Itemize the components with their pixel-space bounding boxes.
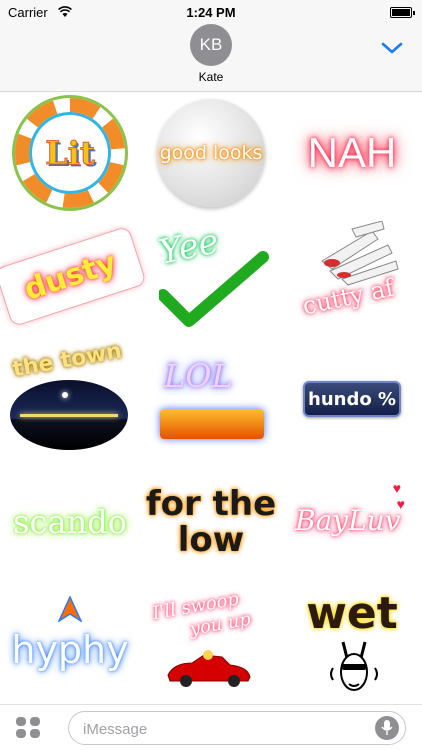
sticker-wet[interactable]: wet xyxy=(282,584,422,706)
sticker-wet-text: wet xyxy=(306,587,398,639)
sticker-good-looks[interactable]: good looks xyxy=(141,92,281,214)
hundo-badge: hundo % xyxy=(303,381,401,417)
checkmark-icon xyxy=(159,251,269,327)
clock: 1:24 PM xyxy=(186,5,236,20)
sticker-scando-text: scando xyxy=(13,503,127,541)
message-input-bar: iMessage xyxy=(0,704,422,750)
sticker-good-looks-text: good looks xyxy=(159,142,263,164)
sticker-grid: Lit good looks NAH dusty Yee cutty af th… xyxy=(0,92,422,704)
sticker-hundo-text: hundo % xyxy=(308,388,396,410)
sticker-hundo[interactable]: hundo % xyxy=(282,338,422,460)
hand-icon xyxy=(321,221,399,286)
arrow-up-icon xyxy=(58,596,82,622)
sticker-cutty-af[interactable]: cutty af xyxy=(282,215,422,337)
battery-icon xyxy=(390,7,415,18)
sticker-the-town[interactable]: the town xyxy=(0,338,140,460)
sticker-scando[interactable]: scando xyxy=(0,461,140,583)
chevron-down-icon[interactable] xyxy=(380,40,404,56)
car-icon xyxy=(167,650,251,687)
message-placeholder: iMessage xyxy=(83,721,148,738)
sticker-for-the-low-line2: low xyxy=(177,520,245,560)
sticker-the-town-text: the town xyxy=(10,338,124,383)
sticker-bayluv[interactable]: ♥ ♥ BayLuv xyxy=(282,461,422,583)
sticker-lit-text: Lit xyxy=(45,134,95,173)
bay-bridge-photo xyxy=(10,380,128,450)
sticker-hyphy-text: hyphy xyxy=(11,628,129,672)
sticker-swoop[interactable]: I'll swoop you up xyxy=(141,584,281,706)
sticker-for-the-low[interactable]: for the low xyxy=(141,461,281,583)
lol-base-ornament xyxy=(160,409,264,439)
message-field[interactable]: iMessage xyxy=(68,711,406,745)
sticker-yee[interactable]: Yee xyxy=(141,215,281,337)
sticker-nah-text: NAH xyxy=(307,129,397,176)
contact-name[interactable]: Kate xyxy=(0,70,422,84)
llama-icon xyxy=(330,641,378,691)
microphone-icon[interactable] xyxy=(375,716,399,740)
sticker-bayluv-text: BayLuv xyxy=(295,504,401,537)
sticker-dusty-text: dusty xyxy=(19,244,121,308)
dusty-frame: dusty xyxy=(0,225,147,327)
apps-icon[interactable] xyxy=(16,717,42,739)
sticker-lit[interactable]: Lit xyxy=(0,92,140,214)
sticker-nah[interactable]: NAH xyxy=(282,92,422,214)
sticker-lol[interactable]: LOL xyxy=(141,338,281,460)
sticker-hyphy[interactable]: hyphy xyxy=(0,584,140,706)
status-bar: Carrier 1:24 PM xyxy=(0,0,422,24)
sticker-for-the-low-line1: for the xyxy=(145,484,277,524)
sticker-dusty[interactable]: dusty xyxy=(0,215,147,337)
conversation-header: KB Kate xyxy=(0,24,422,92)
avatar[interactable]: KB xyxy=(190,24,232,66)
sticker-lol-text: LOL xyxy=(164,357,233,395)
mirror-circle: good looks xyxy=(157,99,265,207)
